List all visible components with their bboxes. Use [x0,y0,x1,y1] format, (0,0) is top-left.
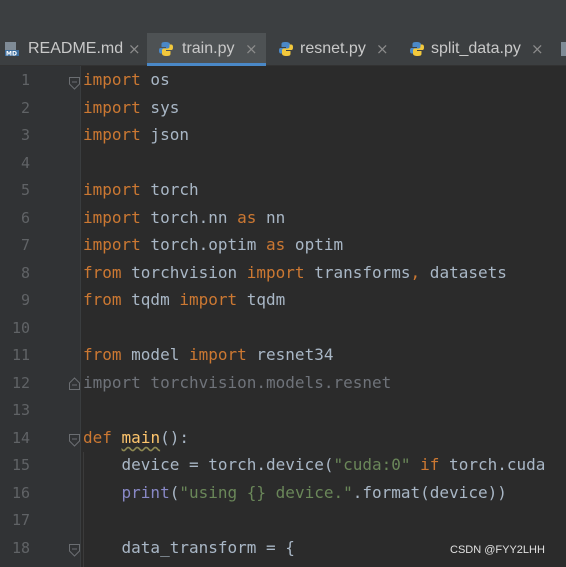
line-number: 8 [20,264,30,282]
tab-label: train.py [182,40,235,57]
markdown-file-icon: MD [4,41,20,58]
line-number: 7 [20,236,30,254]
gutter-divider [80,66,81,567]
ide-window: MD README.md × train.py × resnet.py × sp… [0,0,566,567]
tab-label: README.md [28,40,124,57]
close-icon[interactable]: × [376,40,389,58]
line-number: 5 [20,181,30,199]
code-line: def main(): [83,428,189,447]
line-number: 18 [11,539,30,557]
line-number: 3 [20,126,30,144]
line-number: 17 [11,511,30,529]
code-line: import torch.nn as nn [83,208,286,227]
fold-collapse-icon[interactable] [69,75,80,90]
line-number: 10 [11,319,30,337]
code-line: from torchvision import transforms, data… [83,263,507,282]
code-line: data_transform = { [83,538,295,557]
python-file-icon [409,41,425,57]
line-number: 4 [20,154,30,172]
line-number: 14 [11,429,30,447]
fold-collapse-icon[interactable] [69,542,80,557]
line-number: 15 [11,456,30,474]
line-number: 6 [20,209,30,227]
tab-train[interactable]: train.py × [147,33,266,66]
line-number: 12 [11,374,30,392]
fold-end-icon[interactable] [69,375,80,390]
line-number: 2 [20,99,30,117]
line-number: 16 [11,484,30,502]
python-file-icon [278,41,294,57]
tab-resnet[interactable]: resnet.py × [268,33,398,66]
code-line: from tqdm import tqdm [83,290,286,309]
line-number: 1 [20,71,30,89]
code-line: from model import resnet34 [83,345,334,364]
tab-readme[interactable]: MD README.md × [0,33,145,66]
code-line-unused-import: import torchvision.models.resnet [83,373,392,392]
line-number-gutter: 1 2 3 4 5 6 7 8 9 10 11 12 13 14 15 16 1… [0,66,80,567]
tab-overflow[interactable] [554,33,566,66]
fold-collapse-icon[interactable] [69,432,80,447]
line-number: 11 [11,346,30,364]
editor-tab-bar: MD README.md × train.py × resnet.py × sp… [0,33,566,66]
code-line: import json [83,125,189,144]
markdown-icon-text: MD [6,51,17,58]
tab-split-data[interactable]: split_data.py × [400,33,552,66]
line-number: 13 [11,401,30,419]
tab-label: resnet.py [300,40,366,57]
code-line: device = torch.device("cuda:0" if torch.… [83,455,546,474]
code-line: import torch.optim as optim [83,235,344,254]
close-icon[interactable]: × [531,40,544,58]
watermark: CSDN @FYY2LHH [450,544,545,556]
close-icon[interactable]: × [128,40,141,58]
close-icon[interactable]: × [245,40,258,58]
line-number: 9 [20,291,30,309]
code-line: import torch [83,180,199,199]
window-top-strip [0,0,566,33]
code-line: print("using {} device.".format(device)) [121,483,507,502]
tab-label: split_data.py [431,40,521,57]
code-line: import os [83,70,170,89]
file-icon [560,41,566,57]
code-line: import sys [83,98,180,117]
python-file-icon [158,41,174,57]
